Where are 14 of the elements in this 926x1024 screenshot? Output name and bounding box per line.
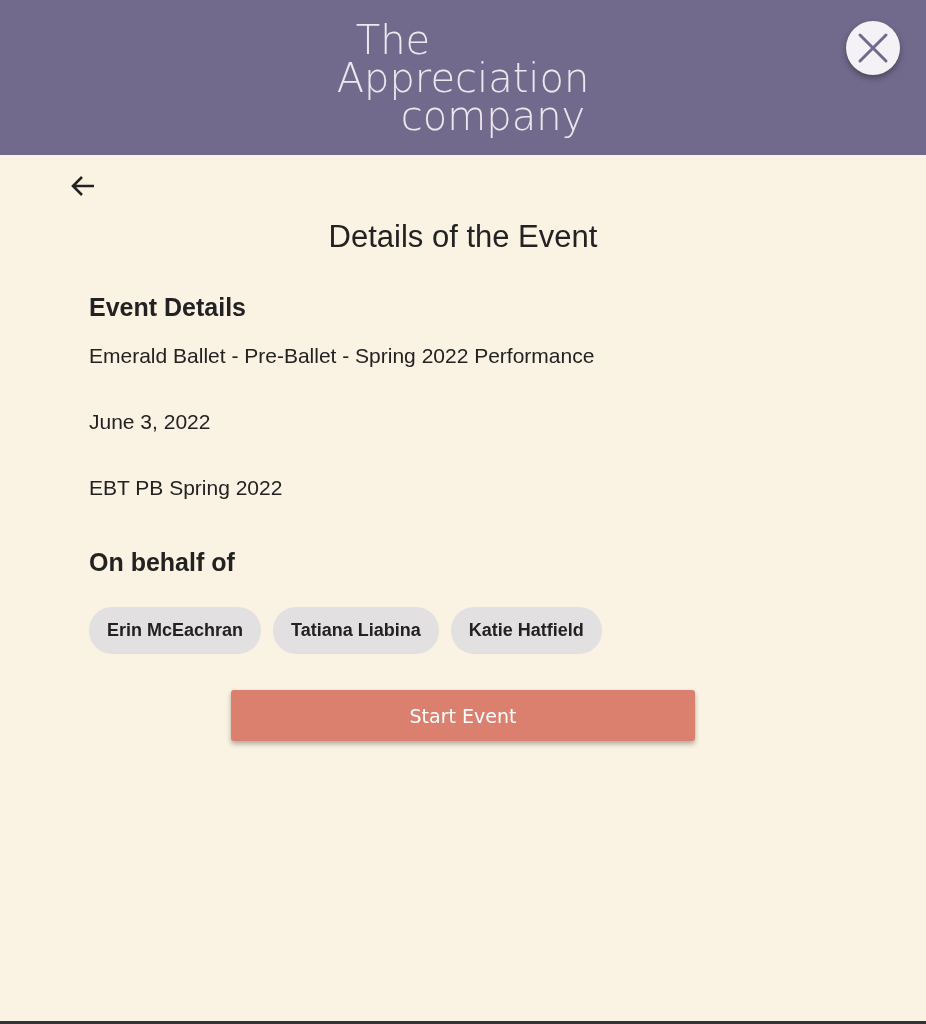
person-chip: Erin McEachran (89, 607, 262, 654)
logo-text: The (355, 20, 431, 59)
close-button[interactable] (846, 21, 900, 75)
back-arrow-icon (70, 175, 96, 197)
close-icon (856, 31, 890, 65)
event-detail-text: EBT PB Spring 2022 (89, 476, 283, 500)
event-detail-text: June 3, 2022 (89, 410, 211, 434)
page-title: Details of the Event (327, 219, 599, 255)
section-heading: On behalf of (89, 548, 235, 577)
person-chip: Katie Hatfield (450, 607, 602, 654)
person-chip: Tatiana Liabina (273, 607, 439, 654)
start-event-button[interactable]: Start Event (231, 690, 695, 741)
event-detail-text: Emerald Ballet - Pre-Ballet - Spring 2022 Performance (89, 344, 595, 368)
section-heading: Event Details (89, 293, 246, 322)
